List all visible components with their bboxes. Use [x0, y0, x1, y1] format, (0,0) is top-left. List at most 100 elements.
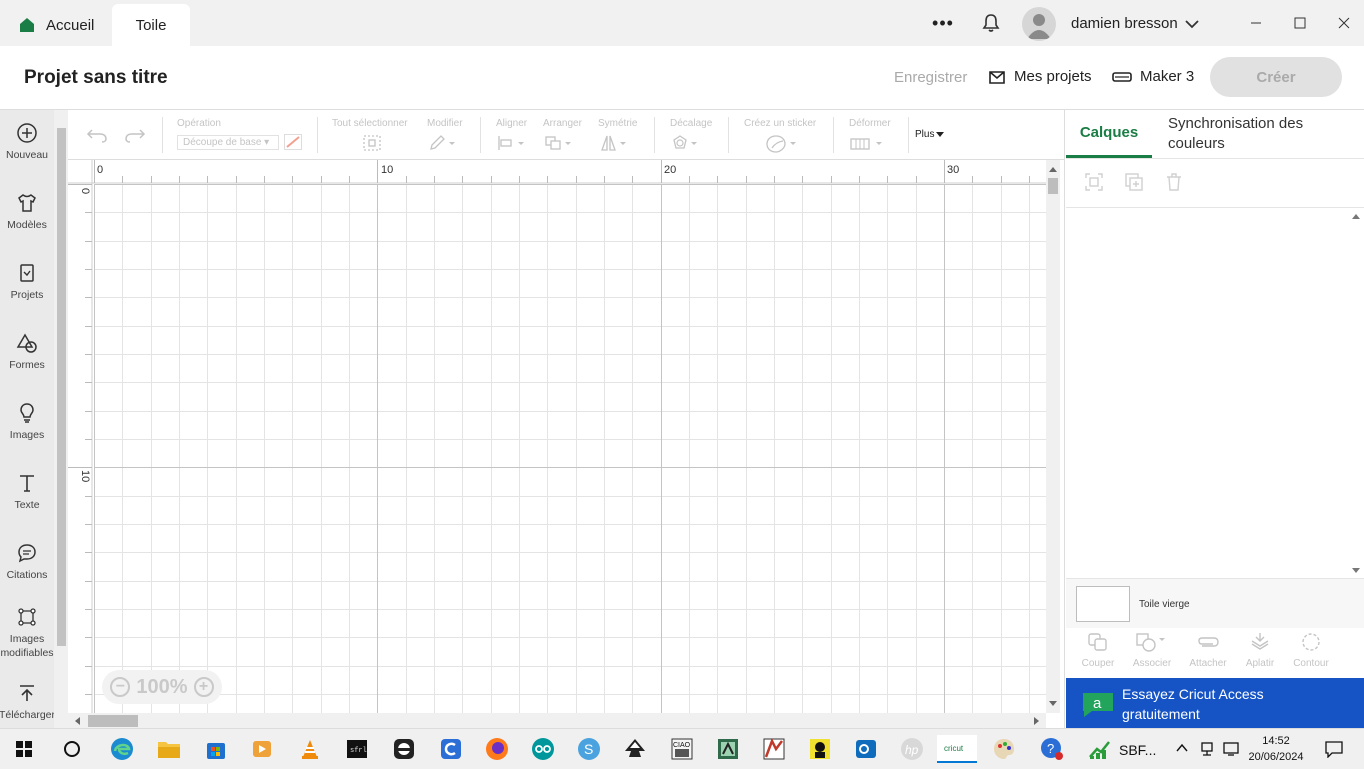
project-title[interactable]: Projet sans titre	[24, 67, 168, 89]
sidebar-item-templates[interactable]: Modèles	[0, 192, 54, 232]
tab-color-sync[interactable]: Synchronisation des couleurs	[1168, 114, 1348, 154]
shapes-icon	[16, 333, 37, 353]
combine-button[interactable]: Associer	[1127, 632, 1177, 669]
edit-pencil-icon[interactable]	[428, 134, 458, 152]
avatar[interactable]	[1022, 7, 1056, 41]
app-s-icon[interactable]: S	[575, 735, 603, 763]
firefox-icon[interactable]	[483, 735, 511, 763]
media-player-icon[interactable]	[248, 735, 276, 763]
slice-button[interactable]: Couper	[1073, 632, 1123, 669]
paint-icon[interactable]	[990, 735, 1018, 763]
design-canvas[interactable]: 0 10 20 30 0 10	[68, 160, 1046, 713]
pen-color-icon[interactable]	[284, 134, 302, 150]
sidebar-scroll-thumb[interactable]	[57, 128, 66, 646]
warp-icon[interactable]	[850, 136, 884, 152]
project-icon	[20, 264, 34, 282]
stock-chart-icon[interactable]	[1086, 735, 1114, 763]
arrange-icon[interactable]	[544, 134, 574, 152]
file-explorer-icon[interactable]	[155, 735, 183, 763]
sidebar-item-images[interactable]: Images	[0, 402, 54, 442]
inkscape-icon[interactable]	[621, 735, 649, 763]
app-black-icon[interactable]	[390, 735, 418, 763]
arduino-icon[interactable]	[529, 735, 557, 763]
flip-icon[interactable]	[600, 134, 630, 152]
app-yellow-face-icon[interactable]	[806, 735, 834, 763]
layers-scrollbar[interactable]	[1350, 210, 1362, 576]
arrange-label: Arranger	[543, 118, 582, 129]
edit-label: Modifier	[427, 118, 463, 129]
help-icon[interactable]: ?	[1038, 735, 1066, 763]
more-menu-button[interactable]: Plus	[915, 129, 945, 140]
ciao-app-icon[interactable]: CIAO	[668, 735, 696, 763]
ruler-x-label: 0	[97, 164, 103, 176]
minimize-button[interactable]	[1242, 10, 1270, 36]
cricut-app-icon[interactable]: cricut	[937, 735, 977, 763]
operation-select[interactable]: Découpe de base ▾	[177, 135, 279, 150]
sidebar-item-projects[interactable]: Projets	[0, 262, 54, 302]
start-windows-icon[interactable]	[10, 735, 38, 763]
close-button[interactable]	[1330, 10, 1358, 36]
search-circle-icon[interactable]	[58, 735, 86, 763]
canvas-vertical-scrollbar[interactable]	[1046, 160, 1060, 713]
notification-center-icon[interactable]	[1324, 740, 1344, 758]
app-blue-c-icon[interactable]	[437, 735, 465, 763]
sticker-icon[interactable]	[766, 134, 800, 154]
edge-browser-icon[interactable]	[108, 735, 136, 763]
sidebar-item-shapes[interactable]: Formes	[0, 332, 54, 372]
store-icon[interactable]	[202, 735, 230, 763]
save-button[interactable]: Enregistrer	[894, 69, 967, 86]
zoom-out-button[interactable]: −	[110, 677, 131, 697]
hp-icon[interactable]: hp	[898, 735, 926, 763]
sidebar-item-quotes[interactable]: Citations	[0, 542, 54, 582]
tab-home[interactable]: Accueil	[6, 4, 110, 46]
sidebar-item-label: Images	[9, 429, 45, 441]
text-icon	[20, 475, 34, 492]
tab-canvas[interactable]: Toile	[112, 4, 190, 46]
my-projects-button[interactable]: Mes projets	[988, 68, 1092, 85]
sidebar-item-editable-images[interactable]: Images modifiables	[0, 606, 54, 660]
canvas-vertical-scroll-thumb[interactable]	[1048, 178, 1058, 194]
display-icon[interactable]	[1222, 741, 1240, 757]
blank-canvas-thumbnail[interactable]	[1076, 586, 1130, 622]
inbox-icon	[988, 69, 1006, 85]
chevron-down-icon[interactable]	[1184, 17, 1200, 31]
tab-layers[interactable]: Calques	[1066, 110, 1152, 158]
vlc-icon[interactable]	[296, 735, 324, 763]
attach-label: Attacher	[1189, 658, 1227, 669]
taskbar-sbf-label[interactable]: SBF...	[1119, 742, 1156, 758]
flatten-button[interactable]: Aplatir	[1235, 632, 1285, 669]
create-button[interactable]: Créer	[1210, 57, 1342, 97]
zoom-in-button[interactable]: +	[193, 677, 214, 697]
system-clock[interactable]: 14:52 20/06/2024	[1246, 733, 1306, 765]
notification-bell-icon[interactable]	[980, 12, 1002, 34]
slice-icon	[1088, 633, 1107, 651]
canvas-horizontal-scrollbar[interactable]	[68, 713, 1046, 728]
redo-icon[interactable]	[124, 126, 146, 144]
sidebar-item-new[interactable]: Nouveau	[0, 122, 54, 162]
more-options-button[interactable]: •••	[928, 12, 958, 34]
canvas-horizontal-scroll-thumb[interactable]	[88, 715, 138, 727]
app-green-icon[interactable]	[714, 735, 742, 763]
trash-icon[interactable]	[1164, 172, 1184, 192]
attach-button[interactable]: Attacher	[1183, 632, 1233, 669]
terminal-app-icon[interactable]: sfrl	[343, 735, 371, 763]
flatten-icon	[1251, 633, 1269, 650]
contour-button[interactable]: Contour	[1286, 632, 1336, 669]
user-name[interactable]: damien bresson	[1071, 15, 1178, 32]
offset-icon[interactable]	[671, 134, 701, 152]
select-all-icon[interactable]	[362, 134, 382, 152]
network-icon[interactable]	[1199, 741, 1215, 757]
duplicate-icon[interactable]	[1124, 172, 1144, 192]
sidebar-item-upload[interactable]: Télécharger	[0, 682, 55, 722]
combine-label: Associer	[1132, 658, 1172, 669]
layer-list[interactable]	[1066, 208, 1364, 578]
app-checker-icon[interactable]	[760, 735, 788, 763]
undo-icon[interactable]	[86, 126, 108, 144]
group-select-icon[interactable]	[1084, 172, 1104, 192]
maximize-button[interactable]	[1286, 10, 1314, 36]
machine-button[interactable]: Maker 3	[1112, 68, 1194, 85]
chevron-up-icon[interactable]	[1175, 742, 1189, 754]
sidebar-item-text[interactable]: Texte	[0, 472, 54, 512]
outlook-new-icon[interactable]	[852, 735, 880, 763]
align-icon[interactable]	[497, 134, 527, 152]
